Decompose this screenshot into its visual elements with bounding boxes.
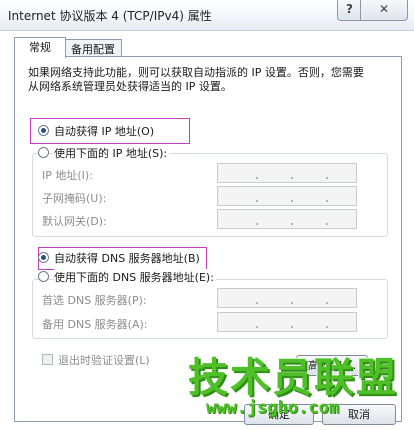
- validate-checkbox[interactable]: [42, 354, 53, 365]
- description-text: 如果网络支持此功能，则可以获取自动指派的 IP 设置。否则，您需要从网络系统管理…: [28, 66, 364, 93]
- default-gateway-label: 默认网关(D):: [42, 215, 107, 228]
- ok-button[interactable]: 确定: [244, 404, 314, 425]
- cancel-button[interactable]: 取消: [322, 404, 396, 425]
- dns-manual-label[interactable]: 使用下面的 DNS 服务器地址(E):: [54, 269, 216, 285]
- subnet-mask-label: 子网掩码(U):: [42, 192, 107, 205]
- alternate-dns-field[interactable]: [217, 312, 357, 332]
- ip-auto-label[interactable]: 自动获得 IP 地址(O): [54, 123, 157, 139]
- tab-general[interactable]: 常规: [14, 37, 66, 58]
- ip-manual-radio[interactable]: [38, 147, 49, 158]
- close-button[interactable]: ✕: [360, 0, 408, 21]
- title-bar: Internet 协议版本 4 (TCP/IPv4) 属性 ? ✕: [0, 0, 414, 31]
- window-title: Internet 协议版本 4 (TCP/IPv4) 属性: [8, 9, 212, 23]
- dns-auto-radio[interactable]: [38, 252, 49, 263]
- validate-label[interactable]: 退出时验证设置(L): [58, 352, 150, 368]
- help-button[interactable]: ?: [337, 0, 362, 21]
- subnet-mask-field[interactable]: [217, 186, 357, 206]
- ip-address-field[interactable]: [217, 163, 357, 183]
- ip-manual-label[interactable]: 使用下面的 IP 地址(S):: [54, 145, 170, 161]
- preferred-dns-label: 首选 DNS 服务器(P):: [42, 294, 147, 307]
- ip-auto-radio[interactable]: [38, 125, 49, 136]
- default-gateway-field[interactable]: [217, 209, 357, 229]
- alternate-dns-label: 备用 DNS 服务器(A):: [42, 318, 148, 331]
- advanced-button[interactable]: 高级(V)...: [296, 355, 368, 376]
- dns-manual-radio[interactable]: [38, 271, 49, 282]
- ip-address-label: IP 地址(I):: [42, 169, 93, 182]
- preferred-dns-field[interactable]: [217, 288, 357, 308]
- dns-auto-label[interactable]: 自动获得 DNS 服务器地址(B): [54, 250, 202, 266]
